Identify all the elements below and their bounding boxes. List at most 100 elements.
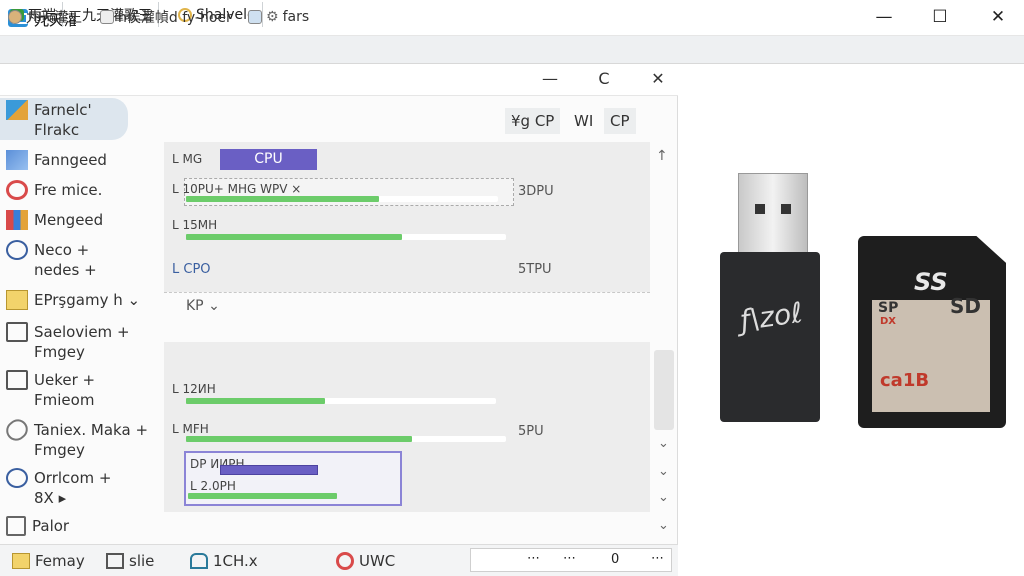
status-count: 0 (611, 552, 620, 567)
sidebar-item-label: Farnelc' Flrakc (34, 101, 92, 139)
chevron-down-icon[interactable]: ⌄ (658, 464, 669, 479)
cp-button[interactable]: CP (604, 108, 636, 134)
status-item-femay[interactable]: Femay (12, 550, 85, 572)
edit-icon (100, 10, 114, 24)
row-value: 5TPU (518, 262, 552, 277)
usb-hole (755, 204, 765, 214)
usb-connector (738, 173, 808, 255)
more-icon[interactable]: ⋯ (651, 551, 664, 566)
sidebar-item-neco[interactable]: Neco + nedes + (6, 240, 162, 280)
window-icon (106, 553, 124, 569)
tab-row (0, 36, 1024, 64)
row-label: L CPO (172, 262, 211, 277)
inner-tab-label: h侯灌幀d fy-hoer (118, 10, 232, 26)
tools-icon (6, 516, 26, 536)
sidebar-item-mengeed[interactable]: Mengeed (6, 210, 162, 230)
inner-tab-3[interactable]: ⚙ fars (248, 6, 309, 28)
gear-icon (8, 10, 22, 24)
sd-small-text: SP (878, 300, 899, 316)
sidebar-item-orrlcom[interactable]: Orrlcom + 8X ▸ (6, 468, 162, 508)
more-icon[interactable]: ⋯ (527, 551, 540, 566)
sidebar-item-label: EPrşgamy h ⌄ (34, 291, 141, 309)
sidebar-item-ueker[interactable]: Ueker + Fmieom (6, 370, 162, 410)
settings-icon: ⚙ (266, 9, 279, 25)
inner-tab-1[interactable]: 九天灌王 (8, 6, 82, 28)
chat-icon (6, 240, 28, 260)
gear-icon (336, 552, 354, 570)
usb-hole (781, 204, 791, 214)
process-progress-bar (186, 436, 412, 442)
maximize-button[interactable]: ☐ (916, 0, 964, 36)
inner-minimize-button[interactable]: — (530, 64, 570, 96)
inner-restore-button[interactable]: C (584, 64, 624, 96)
printer-icon (190, 553, 208, 569)
cpu-progress-bar (186, 196, 379, 202)
status-item-1ch[interactable]: 1CH.x (190, 550, 258, 572)
sd-logo-text: SD (950, 294, 982, 318)
status-label: slie (129, 552, 155, 570)
minimize-button[interactable]: — (860, 0, 908, 36)
row-value: 5PU (518, 424, 544, 439)
row-label: L 2.0PH (190, 479, 236, 493)
usb-drive (720, 252, 820, 422)
clip-icon (2, 415, 32, 445)
row-label: L 10PU+ MHG WPV × (172, 182, 302, 196)
gear-icon (6, 180, 28, 200)
chevron-down-icon[interactable]: ⌄ (658, 490, 669, 505)
divider (164, 292, 650, 293)
sidebar-item-label: Fre mice. (34, 181, 103, 199)
status-label: Femay (35, 552, 85, 570)
sidebar-item-label: Fanngeed (34, 151, 107, 169)
inner-close-button[interactable]: ✕ (638, 64, 678, 96)
grid-icon (6, 210, 28, 230)
sd-capacity-text: ca1B (880, 370, 930, 391)
status-item-uwc[interactable]: UWC (336, 550, 395, 572)
more-icon[interactable]: ⋯ (563, 551, 576, 566)
row-label: L 15MH (172, 218, 218, 232)
puzzle-icon (6, 100, 28, 120)
sidebar-item-label: Palor (32, 517, 70, 535)
sidebar-item-taniex[interactable]: Taniex. Maka + Fmgey (2, 415, 162, 460)
sidebar-item-label: Neco + nedes + (34, 241, 97, 279)
sidebar-item-label: Ueker + Fmieom (34, 371, 96, 409)
image-icon (248, 10, 262, 24)
scrollbar[interactable] (654, 350, 674, 430)
kp-dropdown[interactable]: KP ⌄ (186, 298, 220, 314)
sidebar-item-fremice[interactable]: Fre mice. (6, 180, 162, 200)
edit-icon (6, 370, 28, 390)
inner-tab-label: fars (282, 9, 310, 25)
status-label: 1CH.x (213, 552, 258, 570)
row-value: 3DPU (518, 184, 554, 199)
row-label: L 12ИH (172, 382, 216, 396)
folder-icon (6, 290, 28, 310)
cp-filter-button[interactable]: ¥g CP (505, 108, 561, 134)
close-button[interactable]: ✕ (974, 0, 1022, 36)
sidebar-item-fanngeed[interactable]: Fanngeed (6, 150, 162, 170)
status-label: UWC (359, 552, 396, 570)
scroll-up-icon[interactable]: ↑ (656, 148, 668, 164)
sidebar-item-eprsgamy[interactable]: EPrşgamy h ⌄ (6, 290, 162, 310)
note-icon (6, 322, 28, 342)
chevron-down-icon[interactable]: ⌄ (658, 518, 669, 533)
pen-icon (6, 150, 28, 170)
chevron-down-icon[interactable]: ⌄ (658, 436, 669, 451)
sidebar-item-label: Orrlcom + 8X ▸ (34, 469, 112, 507)
process-progress-bar (188, 493, 337, 499)
sidebar-item-palor[interactable]: Palor (6, 516, 162, 536)
wi-label[interactable]: WI (574, 108, 593, 134)
cpu-button[interactable]: CPU (220, 149, 317, 170)
inner-tab-2[interactable]: h侯灌幀d fy-hoer (100, 6, 232, 28)
inner-tab-label: 九天灌王 (26, 10, 82, 26)
sidebar-item-saeloviem[interactable]: Saeloviem + Fmgey (6, 322, 162, 362)
row-label: L MG (172, 152, 203, 166)
selected-row-frame[interactable]: DP ИИPH L 2.0PH (184, 451, 402, 506)
sidebar-item-farnelc[interactable]: Farnelc' Flrakc (0, 98, 128, 140)
purple-bar (220, 465, 318, 475)
status-controls: ⋯ ⋯ 0 ⋯ (470, 548, 672, 572)
status-item-slie[interactable]: slie (106, 550, 154, 572)
memory-progress-bar (186, 234, 402, 240)
sidebar-item-label: Mengeed (34, 211, 104, 229)
sd-brand-text: DX (880, 316, 897, 327)
sd-top-text: SS (914, 268, 948, 296)
folder-icon (12, 553, 30, 569)
